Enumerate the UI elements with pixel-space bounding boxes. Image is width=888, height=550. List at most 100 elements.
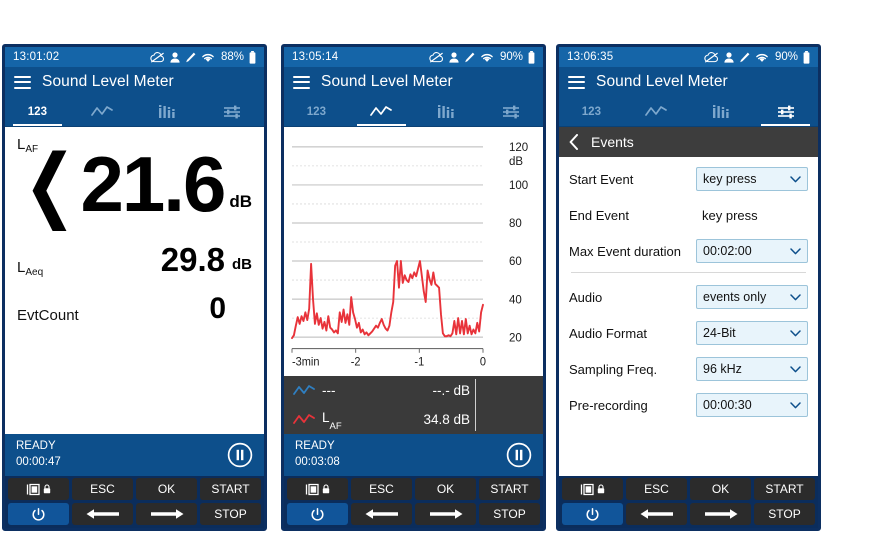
status-bar: 13:05:14 90%: [284, 47, 543, 67]
right-arrow-button[interactable]: [415, 503, 476, 525]
keypad-row-top: ESC OK START: [8, 478, 261, 500]
setting-label: Sampling Freq.: [569, 361, 658, 377]
ok-button[interactable]: OK: [690, 478, 751, 500]
time-history-chart[interactable]: 20 40 60 80 100 120 dB -3min -2 -1 0: [284, 127, 543, 376]
hamburger-menu-icon[interactable]: [14, 75, 31, 89]
start-button[interactable]: START: [479, 478, 540, 500]
pause-button[interactable]: [227, 442, 253, 468]
right-arrow-button[interactable]: [690, 503, 751, 525]
tab-chart[interactable]: [349, 97, 414, 126]
svg-text:20: 20: [509, 330, 522, 344]
left-arrow-button[interactable]: [72, 503, 133, 525]
chart-svg: 20 40 60 80 100 120dB -3min -2 -1 0: [291, 140, 529, 369]
svg-text:60: 60: [509, 254, 522, 268]
chevron-down-icon: [790, 247, 801, 255]
max-event-duration-dropdown[interactable]: 00:02:00: [696, 239, 808, 263]
hamburger-menu-icon[interactable]: [568, 75, 585, 89]
bottom-status-bar: READY 00:00:47: [5, 434, 264, 476]
tab-settings[interactable]: [478, 97, 543, 126]
pre-recording-dropdown[interactable]: 00:00:30: [696, 393, 808, 417]
screen-lock-button[interactable]: [8, 478, 69, 500]
tab-numeric[interactable]: 123: [559, 97, 624, 126]
esc-button[interactable]: ESC: [72, 478, 133, 500]
legend-name-2-text: L: [322, 410, 330, 426]
usb-pen-icon: [464, 52, 475, 63]
tab-chart[interactable]: [70, 97, 135, 126]
screen-lock-icon: [580, 483, 605, 496]
setting-row-audio-format: Audio Format 24-Bit: [569, 318, 808, 348]
esc-button[interactable]: ESC: [351, 478, 412, 500]
chevron-down-icon: [790, 329, 801, 337]
setting-row-audio: Audio events only: [569, 282, 808, 312]
setting-label: End Event: [569, 207, 629, 223]
screen-lock-icon: [26, 483, 51, 496]
settings-list: Start Event key press End Event key pres…: [559, 157, 818, 476]
audio-format-dropdown[interactable]: 24-Bit: [696, 321, 808, 345]
legend-name-1: ---: [322, 383, 336, 398]
ok-button[interactable]: OK: [136, 478, 197, 500]
tab-spectrum[interactable]: [689, 97, 754, 126]
bar-chart-icon: [712, 104, 730, 119]
svg-text:80: 80: [509, 216, 522, 230]
power-button[interactable]: [287, 503, 348, 525]
keypad-row-bottom: STOP: [562, 503, 815, 525]
app-title: Sound Level Meter: [596, 73, 728, 90]
secondary-label-sub: Aeq: [25, 267, 44, 279]
sampling-freq-dropdown[interactable]: 96 kHz: [696, 357, 808, 381]
stop-button[interactable]: STOP: [479, 503, 540, 525]
legend-value-2: 34.8 dB: [423, 412, 470, 427]
battery-percent: 88%: [220, 51, 244, 63]
ok-button[interactable]: OK: [415, 478, 476, 500]
tab-settings[interactable]: [199, 97, 264, 126]
start-button[interactable]: START: [754, 478, 815, 500]
legend-line-icon-1: [293, 385, 315, 396]
pause-button[interactable]: [506, 442, 532, 468]
svg-text:dB: dB: [509, 154, 523, 168]
tab-bar: 123: [284, 97, 543, 127]
wifi-icon: [480, 52, 494, 63]
start-button[interactable]: START: [200, 478, 261, 500]
setting-value: events only: [703, 290, 767, 304]
legend-value-1: --.- dB: [432, 383, 470, 398]
screen-chart: 20 40 60 80 100 120 dB -3min -2 -1 0 --- --.- dB: [284, 127, 543, 434]
screen-lock-button[interactable]: [287, 478, 348, 500]
legend-row-1: --- --.- dB: [284, 376, 543, 405]
event-count-row: EvtCount 0: [17, 294, 252, 325]
right-arrow-button[interactable]: [136, 503, 197, 525]
power-button[interactable]: [8, 503, 69, 525]
line-chart-icon: [370, 105, 392, 118]
setting-value: 96 kHz: [703, 362, 742, 376]
settings-subheader: Events: [559, 127, 818, 157]
start-event-dropdown[interactable]: key press: [696, 167, 808, 191]
esc-button[interactable]: ESC: [626, 478, 687, 500]
left-arrow-button[interactable]: [351, 503, 412, 525]
stop-button[interactable]: STOP: [754, 503, 815, 525]
tab-numeric[interactable]: 123: [284, 97, 349, 126]
secondary-value: 29.8: [160, 241, 225, 279]
wifi-icon: [201, 52, 215, 63]
usb-pen-icon: [185, 52, 196, 63]
hamburger-menu-icon[interactable]: [293, 75, 310, 89]
legend-name-2: LAF: [322, 410, 342, 432]
tab-chart[interactable]: [624, 97, 689, 126]
tab-spectrum[interactable]: [414, 97, 479, 126]
left-arrow-button[interactable]: [626, 503, 687, 525]
power-button[interactable]: [562, 503, 623, 525]
tab-bar: 123: [5, 97, 264, 127]
screen-lock-button[interactable]: [562, 478, 623, 500]
battery-icon: [249, 50, 256, 64]
audio-dropdown[interactable]: events only: [696, 285, 808, 309]
tab-settings[interactable]: [753, 97, 818, 126]
title-bar: Sound Level Meter: [5, 67, 264, 97]
status-bar: 13:06:35 90%: [559, 47, 818, 67]
run-state: READY: [16, 440, 56, 453]
chevron-down-icon: [790, 365, 801, 373]
tab-spectrum[interactable]: [135, 97, 200, 126]
tab-numeric[interactable]: 123: [5, 97, 70, 126]
stop-button[interactable]: STOP: [200, 503, 261, 525]
keypad: ESC OK START STOP: [5, 476, 264, 528]
setting-label: Audio Format: [569, 325, 648, 341]
cloud-off-icon: [704, 51, 719, 63]
back-chevron-icon[interactable]: [569, 134, 579, 150]
power-icon: [311, 507, 324, 521]
